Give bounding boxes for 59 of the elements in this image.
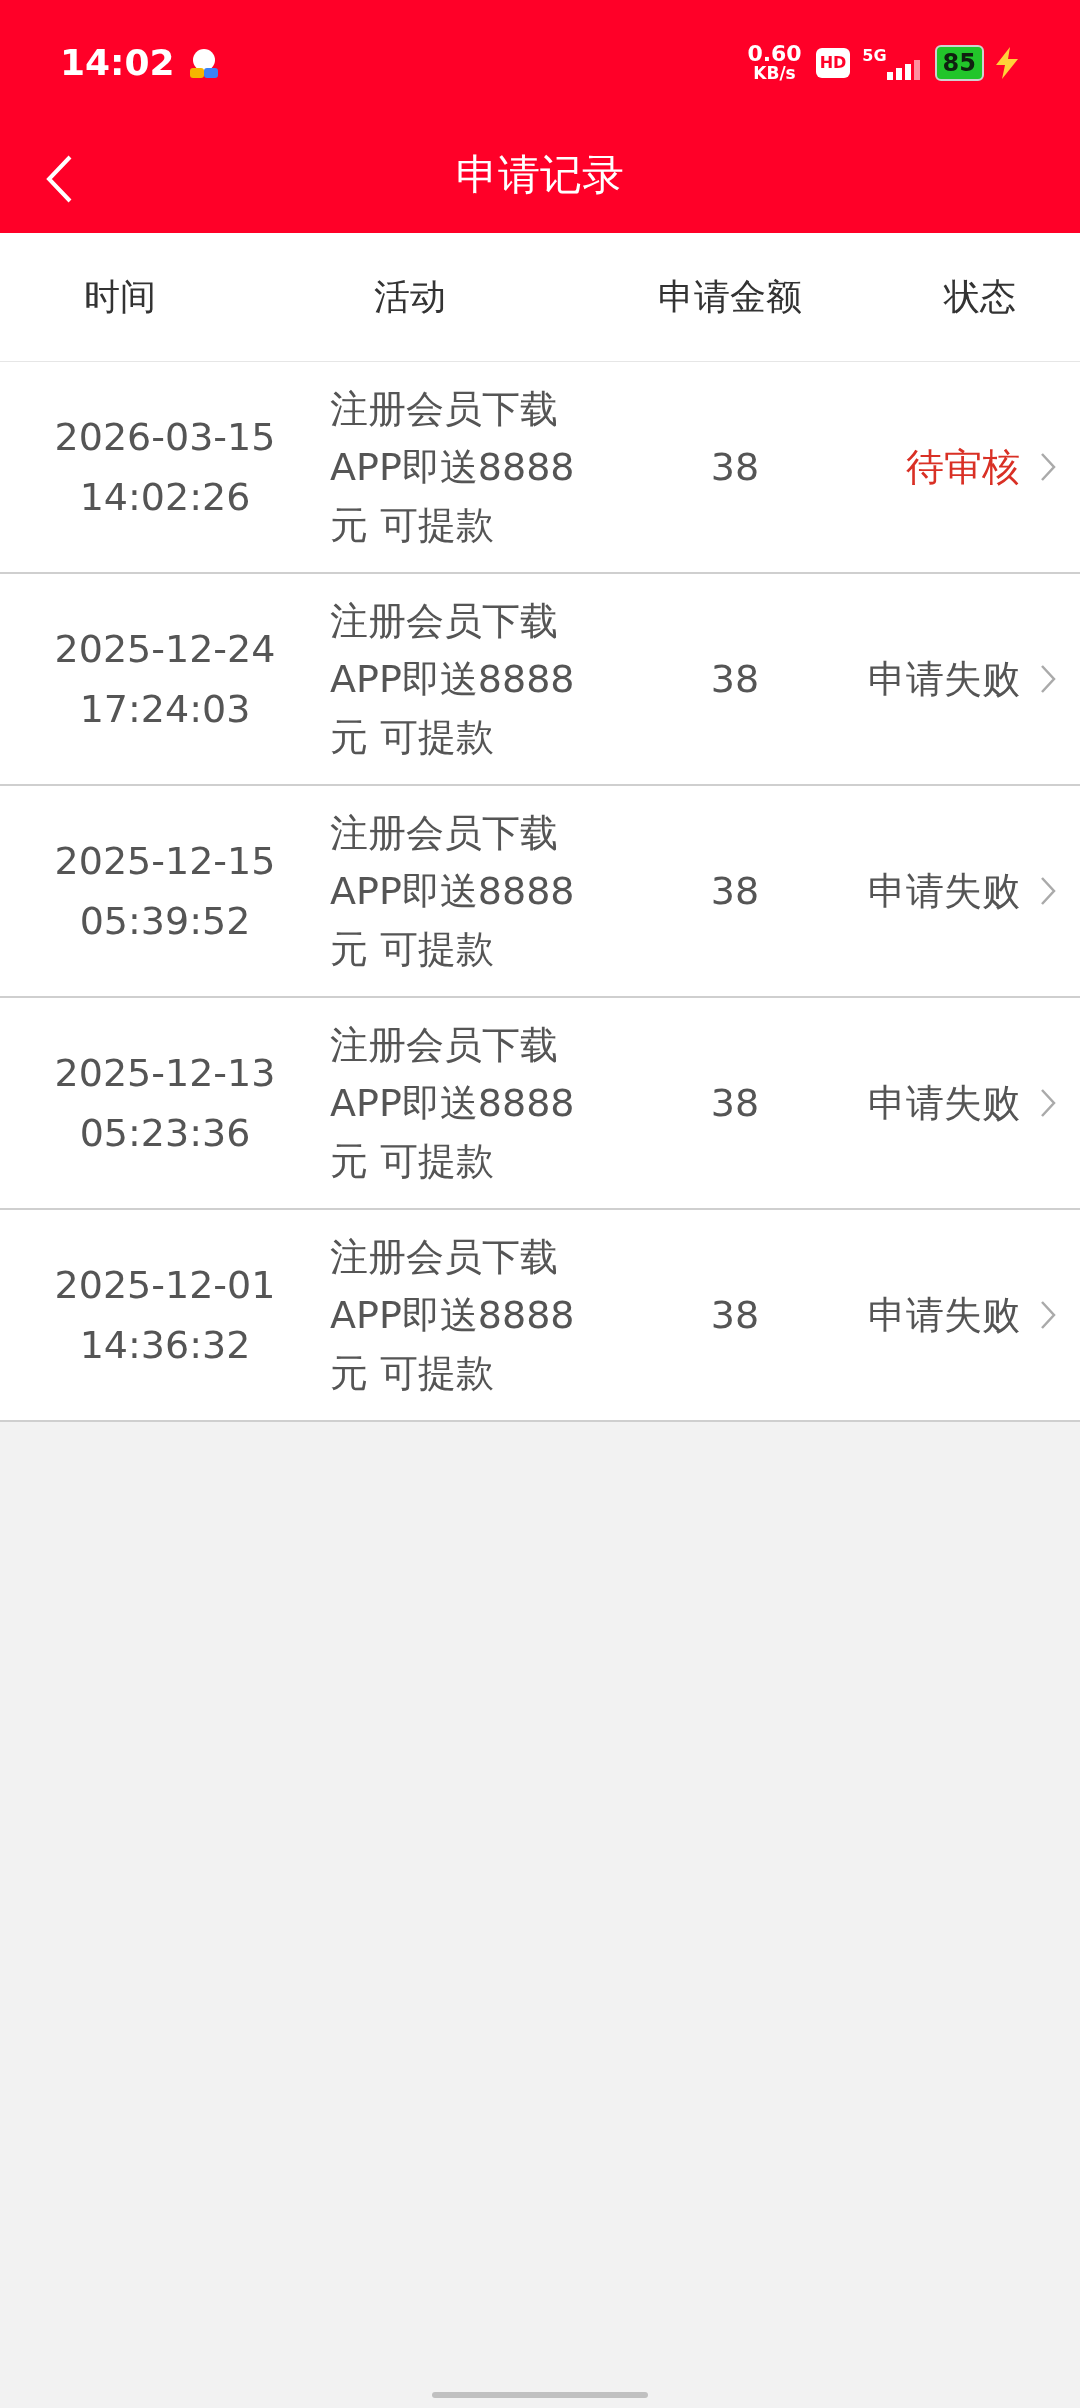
battery-indicator: 85 <box>934 44 984 81</box>
chevron-right-icon <box>1040 1300 1056 1330</box>
activity-text: 元 可提款 <box>330 1138 496 1185</box>
status-text: 申请失败 <box>867 867 1020 915</box>
activity-text: 注册会员下载 <box>330 386 559 433</box>
record-date: 2025-12-15 <box>54 838 276 885</box>
record-row[interactable]: 2025-12-15 05:39:52 注册会员下载 APP即送8888 元 可提款 38 申请失败 <box>0 786 1080 998</box>
chevron-right-icon <box>1040 876 1056 906</box>
activity-text: 元 可提款 <box>330 714 496 761</box>
column-header: 状态 <box>942 275 1017 319</box>
record-row[interactable]: 2025-12-13 05:23:36 注册会员下载 APP即送8888 元 可提款 38 申请失败 <box>0 998 1080 1210</box>
status-text: 申请失败 <box>867 1079 1020 1127</box>
hd-badge: HD <box>815 47 851 78</box>
activity-text: 元 可提款 <box>330 502 496 549</box>
amount-text: 38 <box>709 655 761 703</box>
status-text: 待审核 <box>905 443 1020 491</box>
chevron-right-icon <box>1040 664 1056 694</box>
speed-unit: KB/s <box>753 65 796 82</box>
record-date: 2025-12-13 <box>54 1050 276 1097</box>
amount-text: 38 <box>709 867 761 915</box>
record-row[interactable]: 2025-12-24 17:24:03 注册会员下载 APP即送8888 元 可提款 38 申请失败 <box>0 574 1080 786</box>
network-speed: 0.60 <box>747 43 802 65</box>
record-row[interactable]: 2025-12-01 14:36:32 注册会员下载 APP即送8888 元 可提款 38 申请失败 <box>0 1210 1080 1422</box>
amount-text: 38 <box>709 1291 761 1339</box>
record-date: 2025-12-01 <box>54 1262 276 1309</box>
record-time: 14:36:32 <box>79 1322 251 1369</box>
record-time: 14:02:26 <box>79 474 251 521</box>
status-text: 申请失败 <box>867 655 1020 703</box>
signal-icon <box>886 59 921 80</box>
chevron-right-icon <box>1040 1088 1056 1118</box>
record-row[interactable]: 2026-03-15 14:02:26 注册会员下载 APP即送8888 元 可提款 38 待审核 <box>0 362 1080 574</box>
column-header: 申请金额 <box>657 275 803 319</box>
activity-text: 元 可提款 <box>330 926 496 973</box>
amount-text: 38 <box>709 1079 761 1127</box>
clock: 14:02 <box>60 40 175 85</box>
activity-text: APP即送8888 <box>330 1292 576 1339</box>
activity-text: APP即送8888 <box>330 444 576 491</box>
record-time: 05:23:36 <box>79 1110 251 1157</box>
status-text: 申请失败 <box>867 1291 1020 1339</box>
chevron-right-icon <box>1040 452 1056 482</box>
record-time: 17:24:03 <box>79 686 251 733</box>
network-type: 5G <box>862 45 887 67</box>
column-header: 时间 <box>83 275 157 319</box>
page-title: 申请记录 <box>456 148 624 201</box>
activity-text: 元 可提款 <box>330 1350 496 1397</box>
activity-text: APP即送8888 <box>330 868 576 915</box>
activity-text: 注册会员下载 <box>330 1022 559 1069</box>
column-header: 活动 <box>373 275 447 319</box>
activity-text: 注册会员下载 <box>330 1234 559 1281</box>
back-icon[interactable] <box>44 154 74 204</box>
activity-text: APP即送8888 <box>330 1080 576 1127</box>
record-date: 2026-03-15 <box>54 414 276 461</box>
activity-text: 注册会员下载 <box>330 810 559 857</box>
activity-text: APP即送8888 <box>330 656 576 703</box>
activity-text: 注册会员下载 <box>330 598 559 645</box>
amount-text: 38 <box>709 443 761 491</box>
charging-icon <box>994 46 1020 79</box>
record-date: 2025-12-24 <box>54 626 276 673</box>
record-time: 05:39:52 <box>79 898 251 945</box>
